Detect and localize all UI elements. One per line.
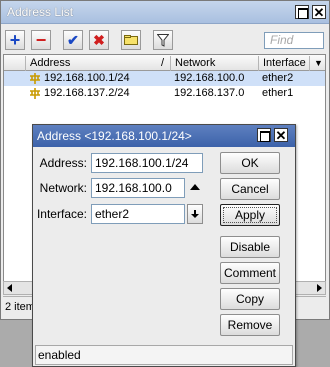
enable-button[interactable]: ✔ bbox=[63, 30, 83, 50]
cell-network: 192.168.137.0 bbox=[174, 87, 245, 99]
maximize-icon[interactable] bbox=[295, 5, 309, 19]
column-header-network[interactable]: Network bbox=[171, 56, 259, 71]
column-label-address: Address bbox=[30, 57, 71, 69]
maximize-icon[interactable] bbox=[257, 128, 271, 142]
apply-button[interactable]: Apply bbox=[220, 204, 280, 226]
interface-dropdown-button[interactable] bbox=[187, 204, 203, 224]
address-field[interactable]: 192.168.100.1/24 bbox=[91, 153, 203, 173]
chevron-down-icon[interactable]: ▼ bbox=[310, 56, 325, 71]
filter-icon bbox=[157, 33, 169, 47]
ok-button[interactable]: OK bbox=[220, 152, 280, 174]
close-icon[interactable]: ✕ bbox=[274, 128, 288, 142]
comment-icon bbox=[124, 35, 138, 45]
dialog-titlebar[interactable]: Address <192.168.100.1/24> ✕ bbox=[33, 125, 295, 147]
cell-address: 192.168.137.2/24 bbox=[44, 87, 130, 99]
address-icon bbox=[30, 73, 40, 84]
scroll-left-icon[interactable] bbox=[6, 284, 14, 292]
table-row[interactable]: 192.168.137.2/24 192.168.137.0 ether1 bbox=[4, 86, 325, 101]
copy-button[interactable]: Copy bbox=[220, 288, 280, 310]
sort-indicator: / bbox=[160, 57, 164, 69]
column-header-flags[interactable] bbox=[4, 56, 26, 71]
address-label: Address: bbox=[39, 156, 87, 170]
status-text: enabled bbox=[38, 348, 81, 362]
comment-button[interactable] bbox=[121, 30, 141, 50]
scroll-right-icon[interactable] bbox=[315, 284, 323, 292]
remove-button[interactable]: Remove bbox=[220, 314, 280, 336]
address-icon bbox=[30, 88, 40, 99]
table-row[interactable]: 192.168.100.1/24 192.168.100.0 ether2 bbox=[4, 71, 325, 86]
collapse-arrow-icon[interactable] bbox=[190, 183, 200, 191]
dialog-title: Address <192.168.100.1/24> bbox=[37, 129, 192, 143]
close-icon[interactable]: ✕ bbox=[312, 5, 326, 19]
interface-select[interactable]: ether2 bbox=[91, 204, 185, 224]
address-edit-dialog: Address <192.168.100.1/24> ✕ Address: 19… bbox=[32, 124, 296, 367]
cell-interface: ether2 bbox=[262, 72, 294, 84]
window-title: Address List bbox=[7, 5, 74, 19]
column-header-interface[interactable]: Interface bbox=[259, 56, 310, 71]
cell-network: 192.168.100.0 bbox=[174, 72, 245, 84]
item-count: 2 item bbox=[5, 301, 35, 313]
dialog-status-bar: enabled bbox=[35, 345, 293, 365]
interface-label: Interface: bbox=[36, 207, 87, 221]
window-titlebar[interactable]: Address List ✕ bbox=[1, 1, 329, 24]
cell-address: 192.168.100.1/24 bbox=[44, 72, 130, 84]
cell-interface: ether1 bbox=[262, 87, 294, 99]
comment-button[interactable]: Comment bbox=[220, 262, 280, 284]
column-header-address[interactable]: Address / bbox=[26, 56, 171, 71]
filter-button[interactable] bbox=[153, 30, 173, 50]
find-input[interactable]: Find bbox=[264, 32, 324, 49]
cancel-button[interactable]: Cancel bbox=[220, 178, 280, 200]
disable-button[interactable]: Disable bbox=[220, 236, 280, 258]
network-label: Network: bbox=[39, 181, 87, 195]
remove-button[interactable]: − bbox=[31, 30, 51, 50]
chevron-down-icon bbox=[191, 210, 199, 218]
add-button[interactable]: + bbox=[5, 30, 25, 50]
table-header: Address / Network Interface ▼ bbox=[4, 55, 325, 71]
network-field[interactable]: 192.168.100.0 bbox=[91, 178, 185, 198]
disable-button[interactable]: ✖ bbox=[89, 30, 109, 50]
